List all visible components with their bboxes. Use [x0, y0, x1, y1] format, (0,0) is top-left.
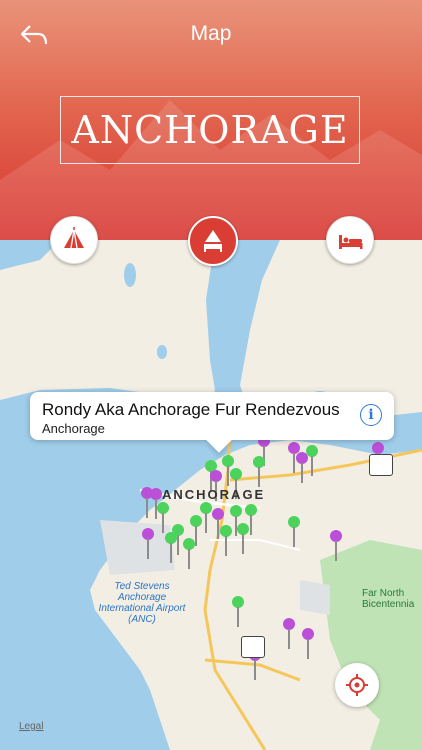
map-pin[interactable] [253, 456, 265, 487]
attractions-button[interactable] [50, 216, 98, 264]
airport-label: Ted Stevens Anchorage International Airp… [98, 581, 186, 625]
city-label: ANCHORAGE [162, 487, 266, 502]
map-pin[interactable] [142, 528, 154, 559]
map-pin[interactable] [150, 488, 162, 519]
map-pin[interactable] [288, 516, 300, 547]
map-pin[interactable] [296, 452, 308, 483]
legal-link[interactable]: Legal [19, 721, 43, 732]
circus-tent-icon [64, 227, 84, 249]
info-icon[interactable]: i [360, 404, 382, 426]
bed-icon [339, 235, 363, 249]
map-pin[interactable] [230, 505, 242, 536]
crosshair-icon [346, 674, 368, 696]
map-pin[interactable] [237, 523, 249, 554]
stay-button[interactable] [326, 216, 374, 264]
city-title: ANCHORAGE [71, 108, 349, 152]
landmark-icon[interactable] [241, 636, 265, 658]
place-callout[interactable]: Rondy Aka Anchorage Fur Rendezvous Ancho… [30, 392, 394, 440]
landmark-icon[interactable] [369, 454, 393, 476]
map-pin[interactable] [232, 596, 244, 627]
map-pin[interactable] [165, 532, 177, 563]
map-pin[interactable] [330, 530, 342, 561]
park-label: Far North Bicentennia [362, 588, 415, 610]
hotels-button[interactable] [188, 216, 238, 266]
callout-title: Rondy Aka Anchorage Fur Rendezvous [42, 400, 340, 419]
map-pin[interactable] [183, 538, 195, 569]
locate-me-button[interactable] [335, 663, 379, 707]
map-pin[interactable] [283, 618, 295, 649]
map-pin[interactable] [306, 445, 318, 476]
map-pin[interactable] [372, 442, 384, 473]
header-banner: Map ANCHORAGE [0, 0, 422, 240]
callout-subtitle: Anchorage [42, 421, 105, 436]
map-pin[interactable] [190, 515, 202, 546]
map-pin[interactable] [220, 525, 232, 556]
map-pin[interactable] [222, 455, 234, 486]
map-pin[interactable] [212, 508, 224, 539]
map-pin[interactable] [200, 502, 212, 533]
tent-bed-icon [204, 230, 222, 252]
map-pin[interactable] [157, 502, 169, 533]
map-pin[interactable] [245, 504, 257, 535]
map-pin[interactable] [230, 468, 242, 499]
map-pin[interactable] [210, 470, 222, 501]
page-title: Map [190, 22, 232, 45]
map-pin[interactable] [302, 628, 314, 659]
city-title-box: ANCHORAGE [60, 96, 360, 164]
